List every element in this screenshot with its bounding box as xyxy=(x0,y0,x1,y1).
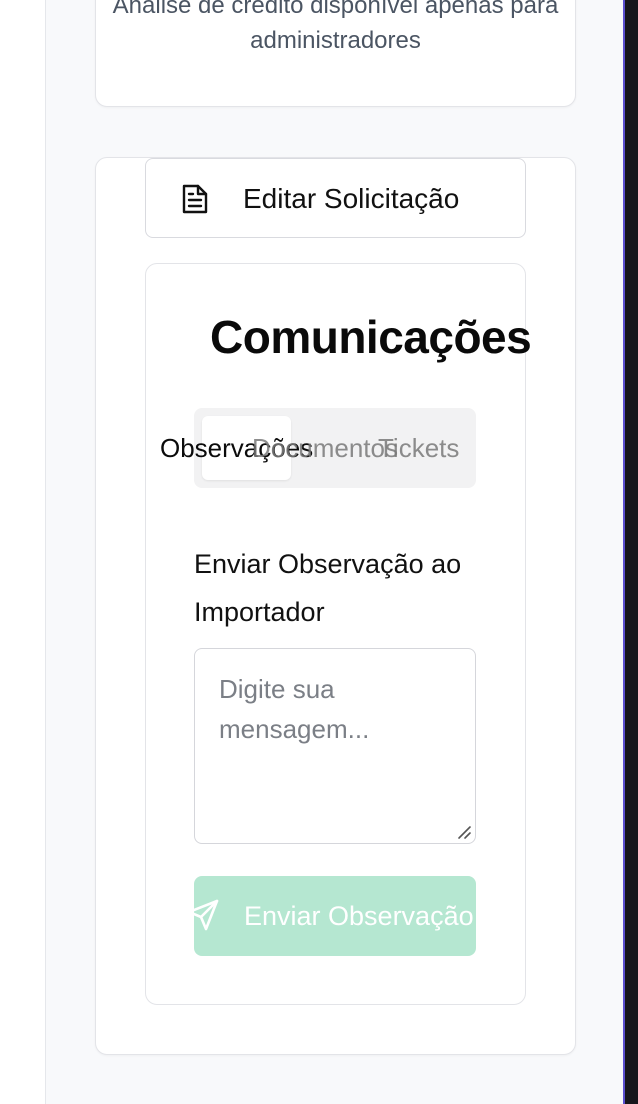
document-icon xyxy=(180,183,210,215)
credit-analysis-message: Análise de crédito disponível apenas par… xyxy=(112,0,559,54)
edit-request-button[interactable]: Editar Solicitação xyxy=(145,158,526,238)
send-observation-label-text: Enviar Observação xyxy=(244,901,474,931)
tab-documentos[interactable]: Documentos xyxy=(252,431,398,465)
send-observation-button[interactable]: Enviar Observação xyxy=(194,876,476,956)
edit-request-label: Editar Solicitação xyxy=(243,183,460,214)
resize-handle-icon[interactable] xyxy=(456,824,472,840)
message-input[interactable] xyxy=(194,648,476,844)
send-observation-label: Enviar Observação ao Importador xyxy=(194,549,462,627)
send-icon xyxy=(194,898,220,932)
communications-title: Comunicações xyxy=(210,311,532,363)
window-edge xyxy=(623,0,638,1104)
tab-tickets[interactable]: Tickets xyxy=(378,431,459,465)
credit-analysis-card: Análise de crédito disponível apenas par… xyxy=(95,0,576,107)
